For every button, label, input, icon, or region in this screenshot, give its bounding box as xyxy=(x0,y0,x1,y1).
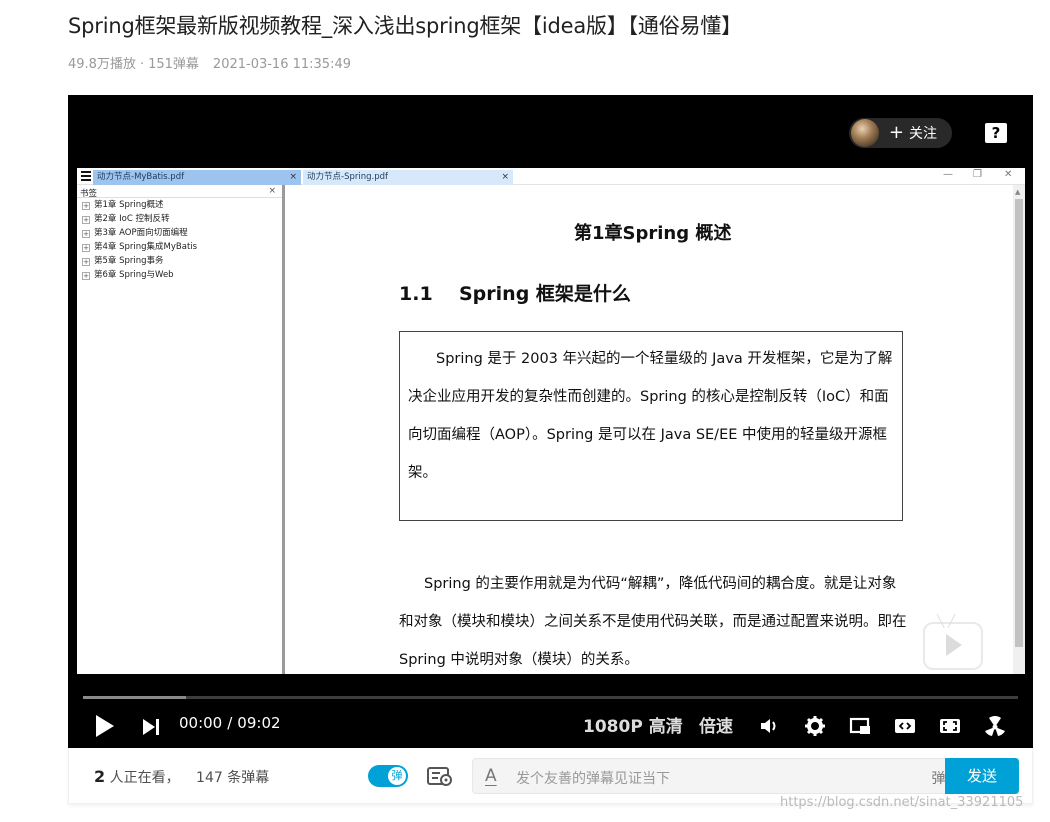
picture-in-picture-icon[interactable] xyxy=(849,715,871,737)
body-paragraph: Spring 的主要作用就是为代码“解耦”，降低代码间的耦合度。就是让对象和对象… xyxy=(399,565,909,674)
publish-date: 2021-03-16 11:35:49 xyxy=(212,57,351,72)
plus-icon: + xyxy=(888,122,904,143)
expand-icon: + xyxy=(82,230,90,238)
menu-icon xyxy=(81,171,91,181)
danmaku-toggle-knob: 弹 xyxy=(388,767,406,785)
player-controls: 00:00/09:02 1080P 高清 倍速 xyxy=(68,705,1033,745)
close-icon: × xyxy=(268,186,276,196)
video-player[interactable]: + 关注 ? 动力节点-MyBatis.pdf × 动力节点-Spring.pd… xyxy=(68,95,1033,748)
section-heading: 1.1 Spring 框架是什么 xyxy=(399,279,631,306)
play-count: 49.8万播放 xyxy=(68,57,136,72)
speed-button[interactable]: 倍速 xyxy=(699,712,733,737)
pdf-page: 第1章Spring 概述 1.1 Spring 框架是什么 Spring 是于 2… xyxy=(289,185,1009,674)
time-total: 09:02 xyxy=(237,714,281,732)
time-current: 00:00 xyxy=(179,714,223,732)
danmaku-count: 151弹幕 xyxy=(148,57,199,72)
pdf-scrollbar: ▲ xyxy=(1013,185,1025,674)
progress-bar[interactable] xyxy=(83,696,1018,699)
expand-icon: + xyxy=(82,244,90,252)
time-separator: / xyxy=(227,714,233,732)
expand-icon: + xyxy=(82,202,90,210)
video-meta: 49.8万播放 · 151弹幕 2021-03-16 11:35:49 xyxy=(68,53,351,72)
bookmark-item: + 第3章 AOP面向切面编程 xyxy=(77,226,282,240)
play-icon[interactable] xyxy=(96,715,114,737)
pdf-tabbar: 动力节点-MyBatis.pdf × 动力节点-Spring.pdf × — ❐… xyxy=(77,168,1025,185)
pdf-tab-spring: 动力节点-Spring.pdf × xyxy=(303,170,513,185)
bookmark-label: 第3章 AOP面向切面编程 xyxy=(94,228,188,238)
close-icon: × xyxy=(289,172,297,182)
tab-label: 动力节点-MyBatis.pdf xyxy=(97,172,185,182)
definition-box: Spring 是于 2003 年兴起的一个轻量级的 Java 开发框架，它是为了… xyxy=(399,331,903,521)
help-icon[interactable]: ? xyxy=(985,123,1007,143)
scroll-thumb xyxy=(1015,199,1023,647)
restore-icon: ❐ xyxy=(973,169,982,180)
mini-tv-icon[interactable]: ╲ ╱ xyxy=(919,614,987,676)
meta-separator: · xyxy=(139,57,145,72)
chapter-heading: 第1章Spring 概述 xyxy=(574,223,732,244)
volume-icon[interactable] xyxy=(758,715,780,737)
close-icon: × xyxy=(501,172,509,182)
quality-button[interactable]: 1080P 高清 xyxy=(583,712,683,737)
definition-text: Spring 是于 2003 年兴起的一个轻量级的 Java 开发框架，它是为了… xyxy=(408,351,893,481)
fullscreen-icon[interactable] xyxy=(984,715,1006,737)
section-title: Spring 框架是什么 xyxy=(459,283,631,305)
bookmark-header: 书签 × xyxy=(77,185,282,199)
scroll-up-icon: ▲ xyxy=(1015,188,1021,196)
viewer-info: 2 人正在看， 147 条弹幕 xyxy=(94,767,269,787)
uploader-avatar xyxy=(850,119,879,147)
expand-icon: + xyxy=(82,216,90,224)
bookmark-label: 第6章 Spring与Web xyxy=(94,270,174,280)
video-title: Spring框架最新版视频教程_深入浅出spring框架【idea版】【通俗易懂… xyxy=(68,14,742,38)
video-frame: 动力节点-MyBatis.pdf × 动力节点-Spring.pdf × — ❐… xyxy=(77,168,1025,674)
danmaku-placeholder: 发个友善的弹幕见证当下 xyxy=(516,771,670,787)
bookmark-label: 第2章 IoC 控制反转 xyxy=(94,214,170,224)
bookmark-item: + 第5章 Spring事务 xyxy=(77,254,282,268)
expand-icon: + xyxy=(82,258,90,266)
danmaku-toggle[interactable]: 弹 xyxy=(368,765,408,787)
paragraph-text: Spring 的主要作用就是为代码“解耦”，降低代码间的耦合度。就是让对象和对象… xyxy=(399,576,907,668)
bookmark-label: 第1章 Spring概述 xyxy=(94,200,164,210)
minimize-icon: — xyxy=(943,169,953,180)
pdf-tab-mybatis: 动力节点-MyBatis.pdf × xyxy=(93,170,301,185)
danmaku-settings-icon[interactable] xyxy=(426,765,454,787)
tab-label: 动力节点-Spring.pdf xyxy=(307,172,388,182)
bookmark-label: 第5章 Spring事务 xyxy=(94,256,164,266)
danmaku-input[interactable]: A 发个友善的弹幕见证当下 弹幕礼仪 〉 xyxy=(472,758,1019,794)
follow-label: 关注 xyxy=(909,126,937,142)
close-window-icon: ✕ xyxy=(1004,169,1013,180)
expand-icon: + xyxy=(82,272,90,280)
bookmark-item: + 第1章 Spring概述 xyxy=(77,198,282,212)
settings-icon[interactable] xyxy=(804,715,826,737)
send-button[interactable]: 发送 xyxy=(945,758,1019,794)
widescreen-icon[interactable] xyxy=(894,715,916,737)
bookmark-item: + 第4章 Spring集成MyBatis xyxy=(77,240,282,254)
next-icon[interactable] xyxy=(143,716,159,735)
viewer-count: 2 xyxy=(94,767,106,786)
font-style-icon[interactable]: A xyxy=(485,766,497,786)
bookmark-sidebar: 书签 × + 第1章 Spring概述 + 第2章 IoC 控制反转 + 第3章 AO… xyxy=(77,185,285,674)
bookmark-item: + 第2章 IoC 控制反转 xyxy=(77,212,282,226)
section-number: 1.1 xyxy=(399,283,433,305)
bookmark-header-label: 书签 xyxy=(80,189,98,199)
bookmark-item: + 第6章 Spring与Web xyxy=(77,268,282,282)
watermark-text: https://blog.csdn.net/sinat_33921105 xyxy=(780,795,1024,810)
time-display: 00:00/09:02 xyxy=(179,714,281,732)
danmaku-total: 147 条弹幕 xyxy=(196,770,270,786)
progress-buffered xyxy=(83,696,186,699)
bookmark-label: 第4章 Spring集成MyBatis xyxy=(94,242,198,252)
follow-uploader-button[interactable]: + 关注 xyxy=(848,118,952,148)
web-fullscreen-icon[interactable] xyxy=(939,715,961,737)
viewer-label: 人正在看， xyxy=(109,770,180,786)
